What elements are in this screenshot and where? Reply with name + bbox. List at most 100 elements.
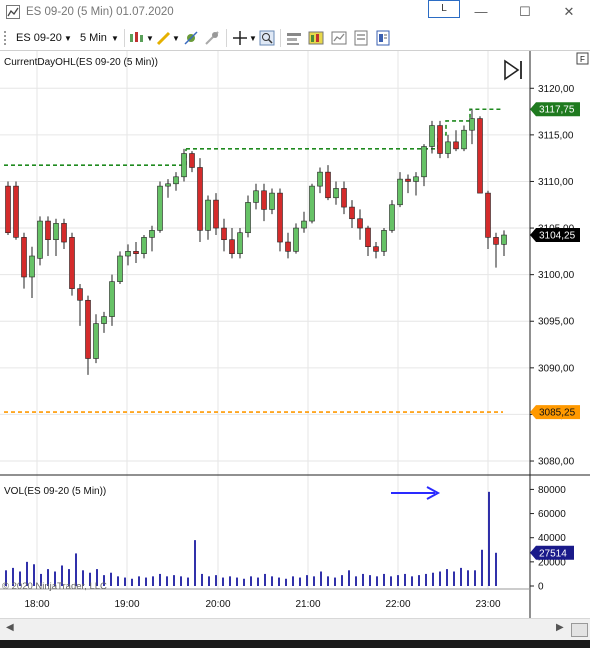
candle-body xyxy=(325,171,331,199)
candle-body xyxy=(381,230,387,252)
volume-tick-label: 80000 xyxy=(538,485,566,496)
candle-body xyxy=(357,218,363,229)
candle-body xyxy=(365,227,371,247)
pdf-document-icon[interactable] xyxy=(375,30,391,46)
candle-body xyxy=(221,227,227,241)
taskbar-strip xyxy=(0,640,590,648)
price-marker: 3104,25 xyxy=(530,228,580,243)
layout-button[interactable]: L xyxy=(428,0,460,18)
candle-body xyxy=(493,237,499,245)
price-tick-label: 3120,00 xyxy=(538,84,575,95)
candle-body xyxy=(453,141,459,150)
toolbar-separator xyxy=(226,29,227,47)
templates-icon[interactable] xyxy=(353,30,369,46)
properties-icon[interactable] xyxy=(331,30,347,46)
volume-tick-label: 60000 xyxy=(538,509,566,520)
price-tick-label: 3115,00 xyxy=(538,130,574,141)
chart-area[interactable]: 18:00 19:00 20:00 21:00 22:00 23:00 3080,00 308… xyxy=(0,51,590,618)
candle-body xyxy=(245,202,251,234)
candle-body xyxy=(213,199,219,229)
chevron-down-icon[interactable]: ▼ xyxy=(146,34,154,43)
volume-marker: 27514 xyxy=(530,545,574,560)
minimize-button[interactable]: — xyxy=(471,4,491,22)
price-marker-label: 3117,75 xyxy=(539,105,575,116)
candle-body xyxy=(181,153,187,178)
chevron-down-icon[interactable]: ▼ xyxy=(111,34,119,43)
candle-body xyxy=(373,246,379,252)
candle-body xyxy=(69,237,75,289)
play-forward-icon[interactable] xyxy=(504,59,522,81)
candle-body xyxy=(85,299,91,359)
candle-body xyxy=(133,251,139,254)
maximize-button[interactable]: ☐ xyxy=(515,4,535,22)
chart-trader-icon[interactable] xyxy=(286,30,302,46)
time-tick-label: 20:00 xyxy=(205,599,230,610)
chart-canvas[interactable]: 18:00 19:00 20:00 21:00 22:00 23:00 3080,00 308… xyxy=(0,51,590,618)
candle-body xyxy=(309,185,315,222)
price-scale-label: F xyxy=(580,55,585,64)
time-tick-label: 23:00 xyxy=(475,599,500,610)
candle-body xyxy=(197,167,203,231)
crosshair-icon[interactable] xyxy=(232,30,248,46)
instrument-selector[interactable]: ES 09-20 xyxy=(16,32,62,44)
scroll-right-icon[interactable]: ▶ xyxy=(556,622,564,633)
price-marker-label: 3104,25 xyxy=(539,231,576,242)
candle-body xyxy=(29,255,35,278)
candle-body xyxy=(21,237,27,278)
toolbar-separator xyxy=(280,29,281,47)
indicator-icon[interactable] xyxy=(204,30,220,46)
candle-body xyxy=(157,185,163,231)
candle-body xyxy=(5,185,11,234)
candle-body xyxy=(285,241,291,252)
candle-body xyxy=(413,176,419,182)
price-scale-button[interactable]: F xyxy=(576,52,589,65)
candle-body xyxy=(165,183,171,187)
candle-body xyxy=(149,230,155,238)
price-marker: 3085,25 xyxy=(530,405,580,420)
candle-body xyxy=(341,188,347,208)
candle-body xyxy=(101,316,107,324)
chart-toolbar: ES 09-20 ▼ 5 Min ▼ ▼ ▼ ▼ xyxy=(0,26,590,51)
interval-selector[interactable]: 5 Min xyxy=(80,32,107,44)
candle-body xyxy=(437,125,443,154)
horizontal-scrollbar[interactable]: ◀ ▶ xyxy=(0,618,590,641)
candle-body xyxy=(253,190,259,203)
candle-body xyxy=(477,118,483,194)
drawing-tool-icon[interactable] xyxy=(156,30,172,46)
candle-body xyxy=(349,206,355,220)
chevron-down-icon[interactable]: ▼ xyxy=(64,34,72,43)
scroll-left-icon[interactable]: ◀ xyxy=(6,622,14,633)
scroll-thumb[interactable] xyxy=(571,623,588,637)
price-tick-label: 3110,00 xyxy=(538,177,574,188)
zoom-icon[interactable] xyxy=(259,30,275,46)
strategy-icon[interactable] xyxy=(183,30,199,46)
chevron-down-icon[interactable]: ▼ xyxy=(172,34,180,43)
candle-body xyxy=(445,141,451,154)
candle-body xyxy=(277,192,283,243)
bar-style-icon[interactable] xyxy=(128,30,144,46)
volume-tick-label: 40000 xyxy=(538,533,566,544)
candle-body xyxy=(429,125,435,147)
price-tick-label: 3080,00 xyxy=(538,457,575,468)
close-button[interactable]: ✕ xyxy=(559,4,579,22)
price-tick-label: 3100,00 xyxy=(538,270,575,281)
price-marker: 3117,75 xyxy=(530,102,580,117)
candle-body xyxy=(301,220,307,229)
candle-body xyxy=(269,192,275,210)
copyright-text: © 2020 NinjaTrader, LLC xyxy=(2,581,107,592)
candle-body xyxy=(109,281,115,317)
candle-body xyxy=(293,227,299,252)
price-marker-label: 3085,25 xyxy=(539,408,576,419)
candle-body xyxy=(317,171,323,187)
price-tick-label: 3095,00 xyxy=(538,317,575,328)
candle-body xyxy=(205,199,211,231)
candle-body xyxy=(333,188,339,199)
chevron-down-icon[interactable]: ▼ xyxy=(249,34,257,43)
price-tick-label: 3090,00 xyxy=(538,363,575,374)
candle-body xyxy=(485,192,491,238)
data-box-icon[interactable] xyxy=(308,30,324,46)
candle-body xyxy=(229,239,235,254)
volume-series xyxy=(5,491,497,586)
candle-body xyxy=(93,323,99,359)
candle-body xyxy=(421,146,427,178)
